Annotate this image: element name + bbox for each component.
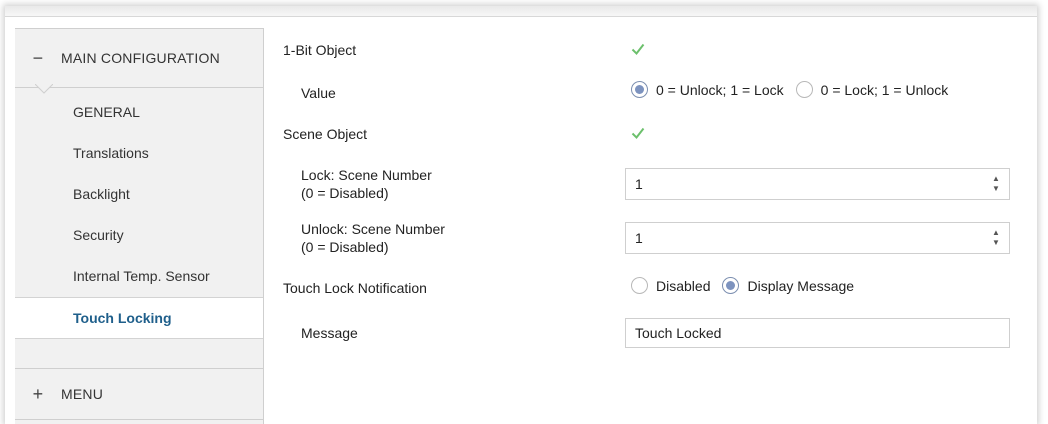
checkmark-icon	[631, 127, 645, 140]
notification-disabled-radio[interactable]	[631, 277, 648, 294]
section-menu[interactable]: + MENU	[15, 368, 263, 420]
lock-scene-number-label: Lock: Scene Number (0 = Disabled)	[301, 166, 432, 202]
value-label: Value	[301, 85, 336, 101]
sidebar-nav: GENERAL Translations Backlight Security …	[15, 87, 263, 339]
touch-lock-notification-radio-group: Disabled Display Message	[631, 277, 866, 294]
sidebar-item-security[interactable]: Security	[15, 215, 263, 256]
unlock-scene-number-stepper[interactable]: ▲ ▼	[625, 222, 1010, 254]
notification-disabled-label[interactable]: Disabled	[656, 278, 710, 294]
notification-display-message-radio[interactable]	[722, 277, 740, 294]
lock-scene-number-label-line1: Lock: Scene Number	[301, 167, 432, 183]
value-option-lock-unlock-radio[interactable]	[795, 81, 813, 98]
one-bit-object-checkbox[interactable]	[631, 42, 645, 56]
increment-icon[interactable]: ▲	[992, 175, 1000, 183]
unlock-scene-number-label: Unlock: Scene Number (0 = Disabled)	[301, 220, 445, 256]
scene-object-checkbox[interactable]	[631, 126, 645, 140]
message-field[interactable]	[625, 318, 1010, 348]
unlock-scene-number-label-line2: (0 = Disabled)	[301, 239, 389, 255]
unlock-scene-number-input[interactable]	[635, 223, 955, 253]
one-bit-object-label: 1-Bit Object	[283, 42, 357, 58]
unlock-scene-number-label-line1: Unlock: Scene Number	[301, 221, 445, 237]
sidebar-item-touch-locking[interactable]: Touch Locking	[15, 297, 263, 339]
sidebar-item-translations[interactable]: Translations	[15, 133, 263, 174]
message-input[interactable]	[635, 319, 955, 347]
sidebar-item-internal-temp-sensor[interactable]: Internal Temp. Sensor	[15, 256, 263, 297]
sidebar: − MAIN CONFIGURATION GENERAL Translation…	[15, 28, 264, 424]
value-option-unlock-lock-label[interactable]: 0 = Unlock; 1 = Lock	[656, 82, 784, 98]
lock-scene-number-label-line2: (0 = Disabled)	[301, 185, 389, 201]
value-option-lock-unlock-label[interactable]: 0 = Lock; 1 = Unlock	[821, 82, 949, 98]
section-menu-label: MENU	[61, 386, 104, 402]
increment-icon[interactable]: ▲	[992, 229, 1000, 237]
decrement-icon[interactable]: ▼	[992, 239, 1000, 247]
decrement-icon[interactable]: ▼	[992, 185, 1000, 193]
sidebar-item-general[interactable]: GENERAL	[15, 92, 263, 133]
section-main-configuration[interactable]: − MAIN CONFIGURATION	[15, 28, 263, 88]
settings-panel: 1-Bit Object Value 0 = Unlock; 1 = Lock …	[275, 28, 1037, 424]
lock-scene-number-input[interactable]	[635, 169, 955, 199]
stepper-arrows[interactable]: ▲ ▼	[991, 229, 1001, 247]
expand-icon[interactable]: +	[15, 384, 61, 405]
sidebar-item-backlight[interactable]: Backlight	[15, 174, 263, 215]
window-top-bar	[5, 6, 1037, 17]
message-label: Message	[301, 325, 358, 341]
section-main-configuration-label: MAIN CONFIGURATION	[61, 50, 220, 66]
stepper-arrows[interactable]: ▲ ▼	[991, 175, 1001, 193]
checkmark-icon	[631, 43, 645, 56]
lock-scene-number-stepper[interactable]: ▲ ▼	[625, 168, 1010, 200]
value-option-unlock-lock-radio[interactable]	[631, 81, 648, 98]
value-radio-group: 0 = Unlock; 1 = Lock 0 = Lock; 1 = Unloc…	[631, 81, 960, 98]
scene-object-label: Scene Object	[283, 126, 368, 142]
window: − MAIN CONFIGURATION GENERAL Translation…	[5, 6, 1037, 424]
notification-display-message-label[interactable]: Display Message	[747, 278, 854, 294]
touch-lock-notification-label: Touch Lock Notification	[283, 280, 427, 296]
collapse-icon[interactable]: −	[15, 48, 61, 69]
